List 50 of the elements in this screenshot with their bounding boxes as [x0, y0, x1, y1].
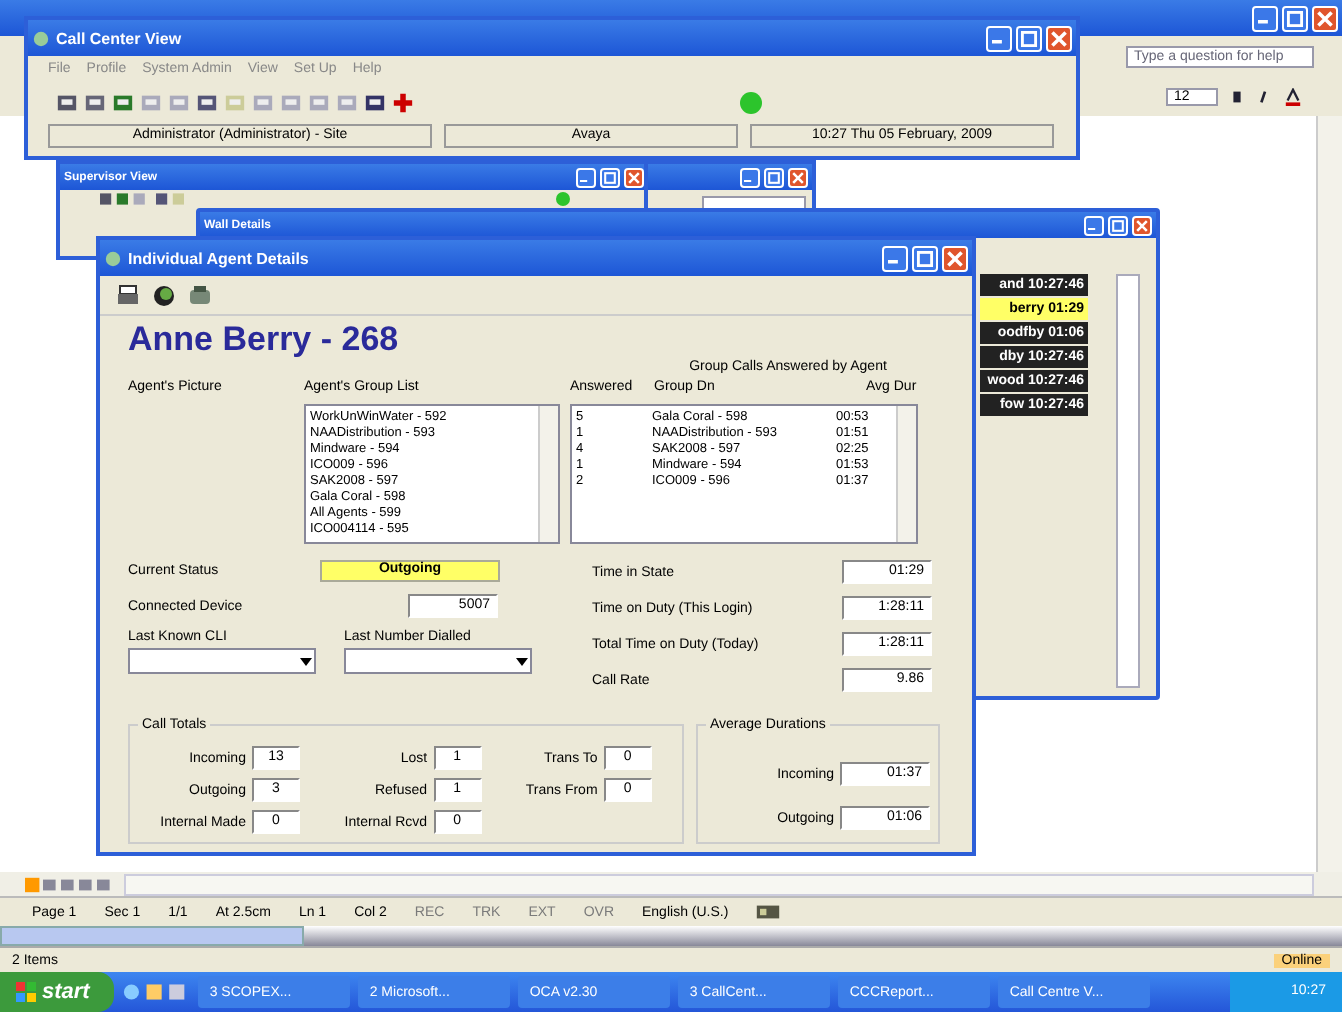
vertical-scrollbar[interactable]	[1116, 274, 1140, 688]
printer-icon[interactable]	[116, 283, 140, 307]
cli-dropdown[interactable]	[128, 648, 316, 674]
quick-launch-icons[interactable]	[121, 980, 190, 1004]
dialled-dropdown[interactable]	[344, 648, 532, 674]
minimize-button[interactable]	[740, 167, 760, 187]
maximize-button[interactable]	[1108, 215, 1128, 235]
close-button[interactable]	[788, 167, 808, 187]
minimize-button[interactable]	[1252, 5, 1278, 31]
vertical-scrollbar[interactable]	[896, 406, 916, 542]
toolbar-icon[interactable]	[56, 91, 78, 113]
window-title: Call Center View	[56, 29, 182, 47]
phone-icon	[32, 29, 50, 47]
phone-icon[interactable]	[188, 283, 212, 307]
toolbar-icon[interactable]	[364, 91, 386, 113]
caret-icon	[298, 653, 314, 669]
minimize-button[interactable]	[882, 245, 908, 271]
phone-icon	[104, 249, 122, 267]
close-button[interactable]	[1046, 25, 1072, 51]
start-button[interactable]: start	[0, 972, 114, 1012]
toolbar-icon[interactable]	[392, 91, 414, 113]
windows-flag-icon	[16, 982, 36, 1002]
window-title: Individual Agent Details	[128, 249, 309, 267]
minimize-button[interactable]	[1084, 215, 1104, 235]
toolbar-icon[interactable]	[84, 91, 106, 113]
horizontal-scrollbar[interactable]	[124, 873, 1314, 895]
close-button[interactable]	[624, 167, 644, 187]
caret-icon	[514, 653, 530, 669]
view-buttons-icon[interactable]	[24, 875, 116, 893]
font-color-icon[interactable]	[1284, 87, 1302, 105]
minimize-button[interactable]	[576, 167, 596, 187]
connection-indicator	[556, 192, 570, 206]
maximize-button[interactable]	[1016, 25, 1042, 51]
toolbar-icon[interactable]	[196, 91, 218, 113]
toolbar-icon[interactable]	[112, 91, 134, 113]
dropdown-field[interactable]	[0, 926, 304, 946]
close-button[interactable]	[1312, 5, 1338, 31]
globe-icon[interactable]	[152, 283, 176, 307]
maximize-button[interactable]	[1282, 5, 1308, 31]
maximize-button[interactable]	[764, 167, 784, 187]
close-button[interactable]	[1132, 215, 1152, 235]
bold-icon[interactable]	[1228, 87, 1246, 105]
close-button[interactable]	[942, 245, 968, 271]
minimize-button[interactable]	[986, 25, 1012, 51]
maximize-button[interactable]	[600, 167, 620, 187]
maximize-button[interactable]	[912, 245, 938, 271]
agent-name: Anne Berry - 268	[128, 320, 401, 360]
vertical-scrollbar[interactable]	[1316, 116, 1342, 872]
book-icon	[756, 904, 781, 920]
vertical-scrollbar[interactable]	[538, 406, 558, 542]
